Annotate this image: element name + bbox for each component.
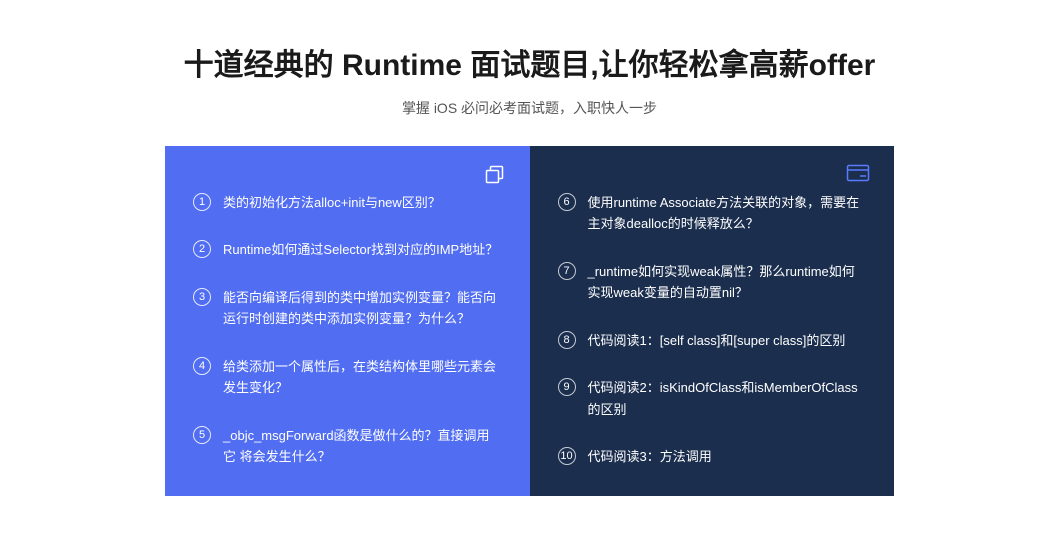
list-item: 1 类的初始化方法alloc+init与new区别？ <box>193 192 502 213</box>
copy-icon <box>484 164 506 186</box>
item-text: _objc_msgForward函数是做什么的？直接调用它 将会发生什么？ <box>223 425 502 468</box>
item-number: 3 <box>193 288 211 306</box>
item-number: 6 <box>558 193 576 211</box>
item-text: 代码阅读1：[self class]和[super class]的区别 <box>588 330 846 351</box>
list-item: 7 _runtime如何实现weak属性？那么runtime如何实现weak变量… <box>558 261 867 304</box>
item-text: 代码阅读2：isKindOfClass和isMemberOfClass的区别 <box>588 377 867 420</box>
list-item: 8 代码阅读1：[self class]和[super class]的区别 <box>558 330 867 351</box>
panels-container: 1 类的初始化方法alloc+init与new区别？ 2 Runtime如何通过… <box>0 146 1059 496</box>
page-title: 十道经典的 Runtime 面试题目,让你轻松拿高薪offer <box>0 40 1059 84</box>
list-item: 4 给类添加一个属性后，在类结构体里哪些元素会发生变化？ <box>193 356 502 399</box>
item-number: 2 <box>193 240 211 258</box>
item-number: 5 <box>193 426 211 444</box>
page-subtitle: 掌握 iOS 必问必考面试题，入职快人一步 <box>0 98 1059 118</box>
item-text: _runtime如何实现weak属性？那么runtime如何实现weak变量的自… <box>588 261 867 304</box>
header: 十道经典的 Runtime 面试题目,让你轻松拿高薪offer 掌握 iOS 必… <box>0 0 1059 146</box>
item-number: 7 <box>558 262 576 280</box>
list-item: 6 使用runtime Associate方法关联的对象，需要在主对象deall… <box>558 192 867 235</box>
list-item: 2 Runtime如何通过Selector找到对应的IMP地址？ <box>193 239 502 260</box>
item-text: 给类添加一个属性后，在类结构体里哪些元素会发生变化？ <box>223 356 502 399</box>
list-item: 5 _objc_msgForward函数是做什么的？直接调用它 将会发生什么？ <box>193 425 502 468</box>
item-text: 能否向编译后得到的类中增加实例变量？能否向运行时创建的类中添加实例变量？为什么？ <box>223 287 502 330</box>
item-text: Runtime如何通过Selector找到对应的IMP地址？ <box>223 239 498 260</box>
card-icon <box>846 164 870 182</box>
item-text: 代码阅读3：方法调用 <box>588 446 712 467</box>
item-number: 8 <box>558 331 576 349</box>
list-item: 9 代码阅读2：isKindOfClass和isMemberOfClass的区别 <box>558 377 867 420</box>
right-panel: 6 使用runtime Associate方法关联的对象，需要在主对象deall… <box>530 146 895 496</box>
list-item: 3 能否向编译后得到的类中增加实例变量？能否向运行时创建的类中添加实例变量？为什… <box>193 287 502 330</box>
left-panel: 1 类的初始化方法alloc+init与new区别？ 2 Runtime如何通过… <box>165 146 530 496</box>
item-text: 使用runtime Associate方法关联的对象，需要在主对象dealloc… <box>588 192 867 235</box>
item-number: 1 <box>193 193 211 211</box>
item-number: 4 <box>193 357 211 375</box>
list-item: 10 代码阅读3：方法调用 <box>558 446 867 467</box>
item-number: 10 <box>558 447 576 465</box>
item-number: 9 <box>558 378 576 396</box>
item-text: 类的初始化方法alloc+init与new区别？ <box>223 192 441 213</box>
